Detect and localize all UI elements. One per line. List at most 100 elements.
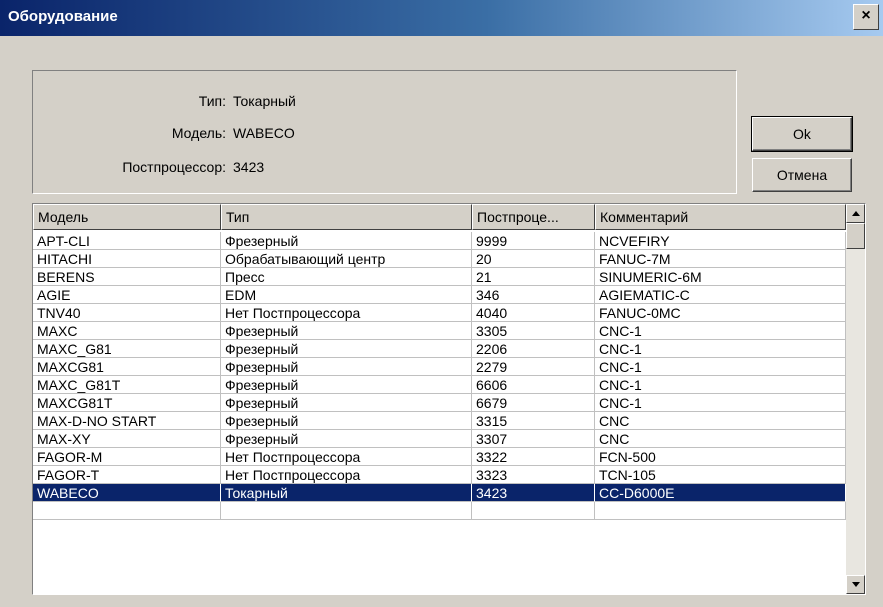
table-row[interactable]: MAXC Фрезерный 3305 CNC-1 bbox=[33, 322, 846, 340]
table-row[interactable]: MAXCG81T Фрезерный 6679 CNC-1 bbox=[33, 394, 846, 412]
table-row[interactable]: MAXCG81 Фрезерный 2279 CNC-1 bbox=[33, 358, 846, 376]
table-row[interactable]: MAXC_G81 Фрезерный 2206 CNC-1 bbox=[33, 340, 846, 358]
cell-postprocessor: 20 bbox=[472, 250, 595, 268]
cell-type: Фрезерный bbox=[221, 340, 472, 358]
cell-model: HITACHI bbox=[33, 250, 221, 268]
cell-type: Нет Постпроцессора bbox=[221, 304, 472, 322]
cell-comment: NCVEFIRY bbox=[595, 232, 846, 250]
cell-postprocessor: 4040 bbox=[472, 304, 595, 322]
cell-comment: CNC-1 bbox=[595, 394, 846, 412]
cell-postprocessor: 3315 bbox=[472, 412, 595, 430]
info-model-label: Модель: bbox=[171, 125, 226, 141]
vertical-scrollbar[interactable] bbox=[846, 204, 865, 594]
cell-comment: CNC bbox=[595, 412, 846, 430]
info-post-row: Постпроцессор: 3423 bbox=[33, 157, 738, 177]
cell-postprocessor: 3305 bbox=[472, 322, 595, 340]
cell-type bbox=[221, 502, 472, 520]
cell-type: Токарный bbox=[221, 484, 472, 502]
dialog-title: Оборудование bbox=[8, 8, 118, 25]
cell-model: MAXC_G81 bbox=[33, 340, 221, 358]
cell-comment: CNC bbox=[595, 430, 846, 448]
cell-type: Обрабатывающий центр bbox=[221, 250, 472, 268]
cell-postprocessor bbox=[472, 502, 595, 520]
info-type-value: Токарный bbox=[233, 93, 296, 109]
cell-model: TNV40 bbox=[33, 304, 221, 322]
cell-model: MAXCG81T bbox=[33, 394, 221, 412]
cell-type: Фрезерный bbox=[221, 358, 472, 376]
equipment-dialog: Оборудование × Тип: Токарный Модель: WAB… bbox=[0, 0, 883, 607]
cell-model: BERENS bbox=[33, 268, 221, 286]
info-type-label: Тип: bbox=[198, 93, 226, 109]
cell-model: MAX-D-NO START bbox=[33, 412, 221, 430]
cell-model: WABECO bbox=[33, 484, 221, 502]
table-row[interactable]: MAX-D-NO START Фрезерный 3315 CNC bbox=[33, 412, 846, 430]
cell-comment: FANUC-0MC bbox=[595, 304, 846, 322]
cell-comment: CC-D6000E bbox=[595, 484, 846, 502]
cell-type: Фрезерный bbox=[221, 412, 472, 430]
cell-postprocessor: 3323 bbox=[472, 466, 595, 484]
info-post-value: 3423 bbox=[233, 159, 265, 175]
info-post-label: Постпроцессор: bbox=[122, 159, 226, 175]
table-row[interactable]: APT-CLI Фрезерный 9999 NCVEFIRY bbox=[33, 232, 846, 250]
cell-model: MAX-XY bbox=[33, 430, 221, 448]
table-row[interactable]: FAGOR-T Нет Постпроцессора 3323 TCN-105 bbox=[33, 466, 846, 484]
close-icon: × bbox=[861, 7, 871, 24]
cell-type: EDM bbox=[221, 286, 472, 304]
column-header-postprocessor[interactable]: Постпроце... bbox=[472, 204, 595, 230]
scroll-up-button[interactable] bbox=[846, 204, 865, 223]
cell-type: Фрезерный bbox=[221, 430, 472, 448]
cell-model: FAGOR-T bbox=[33, 466, 221, 484]
table-row[interactable]: TNV40 Нет Постпроцессора 4040 FANUC-0MC bbox=[33, 304, 846, 322]
cell-type: Фрезерный bbox=[221, 394, 472, 412]
cell-comment: FANUC-7M bbox=[595, 250, 846, 268]
column-header-type[interactable]: Тип bbox=[221, 204, 472, 230]
column-header-comment[interactable]: Комментарий bbox=[595, 204, 846, 230]
cell-type: Фрезерный bbox=[221, 322, 472, 340]
table-row-selected[interactable]: WABECO Токарный 3423 CC-D6000E bbox=[33, 484, 846, 502]
cancel-button[interactable]: Отмена bbox=[752, 158, 852, 192]
cell-comment: CNC-1 bbox=[595, 340, 846, 358]
info-type-row: Тип: Токарный bbox=[33, 91, 738, 111]
cell-model bbox=[33, 502, 221, 520]
cell-comment: FCN-500 bbox=[595, 448, 846, 466]
table-row[interactable]: BERENS Пресс 21 SINUMERIC-6M bbox=[33, 268, 846, 286]
table-row[interactable]: MAX-XY Фрезерный 3307 CNC bbox=[33, 430, 846, 448]
info-model-value: WABECO bbox=[233, 125, 295, 141]
table-row[interactable] bbox=[33, 502, 846, 520]
cell-postprocessor: 2279 bbox=[472, 358, 595, 376]
info-model-row: Модель: WABECO bbox=[33, 123, 738, 143]
title-bar[interactable]: Оборудование × bbox=[0, 0, 883, 36]
cell-comment: CNC-1 bbox=[595, 358, 846, 376]
cell-comment: SINUMERIC-6M bbox=[595, 268, 846, 286]
cell-postprocessor: 9999 bbox=[472, 232, 595, 250]
cell-postprocessor: 3307 bbox=[472, 430, 595, 448]
cell-model: APT-CLI bbox=[33, 232, 221, 250]
cell-comment: CNC-1 bbox=[595, 322, 846, 340]
info-panel: Тип: Токарный Модель: WABECO Постпроцесс… bbox=[32, 70, 737, 194]
equipment-list[interactable]: Модель Тип Постпроце... Комментарий APT-… bbox=[32, 203, 866, 595]
table-row[interactable]: AGIE EDM 346 AGIEMATIC-C bbox=[33, 286, 846, 304]
cell-type: Фрезерный bbox=[221, 376, 472, 394]
scroll-thumb[interactable] bbox=[846, 223, 865, 249]
ok-button[interactable]: Ok bbox=[751, 116, 853, 152]
cell-model: MAXCG81 bbox=[33, 358, 221, 376]
close-button[interactable]: × bbox=[853, 4, 879, 30]
cell-type: Нет Постпроцессора bbox=[221, 466, 472, 484]
cell-type: Нет Постпроцессора bbox=[221, 448, 472, 466]
arrow-up-icon bbox=[852, 211, 860, 216]
cell-comment: TCN-105 bbox=[595, 466, 846, 484]
cell-postprocessor: 346 bbox=[472, 286, 595, 304]
cell-type: Фрезерный bbox=[221, 232, 472, 250]
scroll-down-button[interactable] bbox=[846, 575, 865, 594]
column-header-model[interactable]: Модель bbox=[33, 204, 221, 230]
cell-type: Пресс bbox=[221, 268, 472, 286]
table-row[interactable]: HITACHI Обрабатывающий центр 20 FANUC-7M bbox=[33, 250, 846, 268]
cell-postprocessor: 3322 bbox=[472, 448, 595, 466]
cell-model: MAXC bbox=[33, 322, 221, 340]
list-header: Модель Тип Постпроце... Комментарий bbox=[33, 204, 846, 230]
cell-comment: CNC-1 bbox=[595, 376, 846, 394]
table-row[interactable]: FAGOR-M Нет Постпроцессора 3322 FCN-500 bbox=[33, 448, 846, 466]
table-row[interactable]: MAXC_G81T Фрезерный 6606 CNC-1 bbox=[33, 376, 846, 394]
cell-postprocessor: 2206 bbox=[472, 340, 595, 358]
cell-model: FAGOR-M bbox=[33, 448, 221, 466]
